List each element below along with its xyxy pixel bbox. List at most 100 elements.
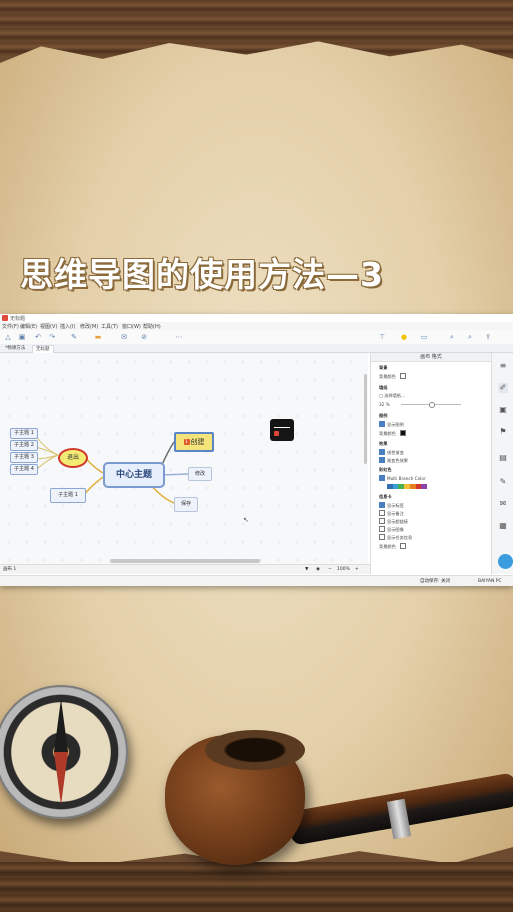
multi-branch-color-checkbox[interactable]: Multi Branch Color: [379, 475, 426, 481]
menu-modify[interactable]: 修改(M): [80, 323, 98, 330]
comment-icon[interactable]: ✉: [498, 499, 508, 509]
color-palette[interactable]: [387, 484, 428, 489]
branch-modify: [160, 473, 189, 476]
side-icon-bar: ≡ ✐ ▣ ⚑ ▤ ✎ ✉ ▦: [491, 353, 513, 574]
left-subtopic-3[interactable]: 子主题 3: [10, 452, 38, 463]
central-topic[interactable]: 中心主题: [103, 462, 165, 488]
menu-tools[interactable]: 工具(T): [101, 323, 118, 330]
info-bg-swatch[interactable]: [399, 543, 406, 549]
tab-document-1[interactable]: *畅课方法: [2, 345, 28, 352]
canvas-status-bar: 画布 1 ▼ ◉ − 100% +: [0, 564, 370, 574]
zoom-icon[interactable]: ⌕: [466, 333, 474, 341]
left-subtopic-2[interactable]: 子主题 2: [10, 440, 38, 451]
info-bg-color-row[interactable]: 背景颜色: [379, 543, 406, 550]
menu-file[interactable]: 文件(F): [2, 323, 19, 330]
more-icon[interactable]: ⋯: [175, 333, 183, 341]
wood-background-top: [0, 0, 513, 56]
compass-decoration: [0, 685, 128, 819]
legend-bg-row[interactable]: 背景颜色: [379, 430, 406, 437]
menu-insert[interactable]: 插入(I): [60, 323, 75, 330]
section-legend: 图例: [379, 413, 388, 418]
note-icon[interactable]: ✎: [498, 477, 508, 487]
topic-style-icon[interactable]: ▬: [94, 333, 102, 341]
export-icon[interactable]: ⇪: [484, 333, 492, 341]
gradient-checkbox[interactable]: 线性渐变: [379, 449, 404, 456]
document-tabs: *畅课方法 无标题: [0, 344, 513, 353]
show-notes-checkbox[interactable]: 显示备注: [379, 510, 404, 517]
compass-needle: [54, 699, 68, 805]
background-color-swatch[interactable]: [399, 373, 406, 379]
autosave-status[interactable]: 自动保存: 关闭: [420, 576, 450, 586]
markers-icon[interactable]: ▤: [498, 453, 508, 463]
undo-icon[interactable]: ↶: [34, 333, 42, 341]
assistant-button[interactable]: [498, 554, 513, 569]
eye-icon[interactable]: ◉: [316, 565, 320, 574]
topic-save[interactable]: 保存: [174, 497, 198, 512]
zoom-in-icon[interactable]: +: [355, 565, 359, 574]
redo-icon[interactable]: ↷: [48, 333, 56, 341]
picture-icon[interactable]: ▭: [420, 333, 428, 341]
mindmap-canvas[interactable]: 子主题 1 子主题 2 子主题 3 子主题 4 退出 中心主题 1 创建 修改 保…: [0, 353, 368, 564]
background-color-row[interactable]: 背景颜色: [379, 373, 406, 380]
search-icon[interactable]: ⌕: [448, 333, 456, 341]
comment-icon[interactable]: ✉: [120, 333, 128, 341]
app-logo-icon: [2, 315, 8, 321]
format-panel: 画布 格式 背景 背景颜色 墙纸 ▢ 选择墙纸... 32 % 图例 显示图例 …: [370, 353, 491, 574]
opacity-value[interactable]: 32 %: [379, 402, 390, 407]
zoom-out-icon[interactable]: −: [328, 565, 332, 574]
topic-create-label: 创建: [190, 438, 205, 446]
brush-icon[interactable]: ✐: [498, 383, 508, 393]
layout-icon[interactable]: ≡: [498, 361, 508, 371]
menu-window[interactable]: 窗口(W): [122, 323, 141, 330]
home-icon[interactable]: △: [4, 333, 12, 341]
link-icon[interactable]: ⊘: [140, 333, 148, 341]
app-bottom-bar: 自动保存: 关闭 BAIYAN PC: [0, 575, 513, 586]
menu-help[interactable]: 帮助(H): [143, 323, 161, 330]
legend-bg-swatch[interactable]: [399, 430, 406, 436]
left-subtopic-4[interactable]: 子主题 4: [10, 464, 38, 475]
horizontal-scrollbar[interactable]: [110, 559, 260, 563]
window-title: 无标题: [10, 316, 26, 322]
mouse-cursor-icon: ↖: [243, 516, 249, 524]
mindmap-app-window: 无标题 文件(F) 编辑(E) 视图(V) 插入(I) 修改(M) 工具(T) …: [0, 314, 513, 586]
show-labels-checkbox[interactable]: 显示标签: [379, 502, 404, 509]
section-background: 背景: [379, 365, 388, 370]
vertical-scrollbar[interactable]: [364, 374, 367, 464]
show-images-checkbox[interactable]: 显示图像: [379, 526, 404, 533]
show-legend-checkbox[interactable]: 显示图例: [379, 421, 404, 428]
tab-document-2[interactable]: 无标题: [32, 345, 54, 353]
topic-modify[interactable]: 修改: [188, 467, 212, 481]
show-task-info-checkbox[interactable]: 显示任务信息: [379, 534, 412, 541]
select-wallpaper-button[interactable]: ▢ 选择墙纸...: [379, 393, 405, 399]
menu-bar: 文件(F) 编辑(E) 视图(V) 插入(I) 修改(M) 工具(T) 窗口(W…: [0, 322, 513, 330]
opacity-slider-handle[interactable]: [429, 402, 435, 408]
zoom-level[interactable]: 100%: [337, 565, 350, 574]
task-icon[interactable]: ▦: [498, 521, 508, 531]
menu-view[interactable]: 视图(V): [40, 323, 57, 330]
opacity-slider[interactable]: [401, 402, 461, 408]
wood-background-bottom: [0, 862, 513, 912]
idea-icon[interactable]: ●: [400, 333, 408, 341]
save-icon[interactable]: ▣: [18, 333, 26, 341]
floating-note-box[interactable]: [270, 419, 294, 441]
section-color-theme: 彩虹色: [379, 467, 392, 472]
section-info-card: 信息卡: [379, 494, 392, 499]
filter-icon[interactable]: ▼: [305, 565, 308, 574]
main-toolbar: △ ▣ ↶ ↷ ✎ ▬ ✉ ⊘ ⋯ ⊤ ● ▭ ⌕ ⌕ ⇪: [0, 330, 513, 345]
highlight-checkbox[interactable]: 渐变色效果: [379, 457, 408, 464]
sheet-name[interactable]: 画布 1: [3, 565, 16, 574]
image-icon[interactable]: ▣: [498, 405, 508, 415]
layout-icon[interactable]: ⊤: [378, 333, 386, 341]
format-panel-header: 画布 格式: [371, 353, 491, 362]
show-hyperlinks-checkbox[interactable]: 显示超链接: [379, 518, 408, 525]
page-title: 思维导图的使用方法—3: [20, 255, 384, 294]
topic-subtopic-1[interactable]: 子主题 1: [50, 488, 86, 503]
menu-edit[interactable]: 编辑(E): [20, 323, 37, 330]
left-subtopic-1[interactable]: 子主题 1: [10, 428, 38, 439]
format-painter-icon[interactable]: ✎: [70, 333, 78, 341]
flag-icon[interactable]: ⚑: [498, 427, 508, 437]
brand-label: BAIYAN PC: [478, 579, 502, 584]
pipe-rim-decoration: [205, 730, 305, 770]
topic-create[interactable]: 1 创建: [174, 432, 214, 452]
topic-exit[interactable]: 退出: [58, 448, 88, 468]
